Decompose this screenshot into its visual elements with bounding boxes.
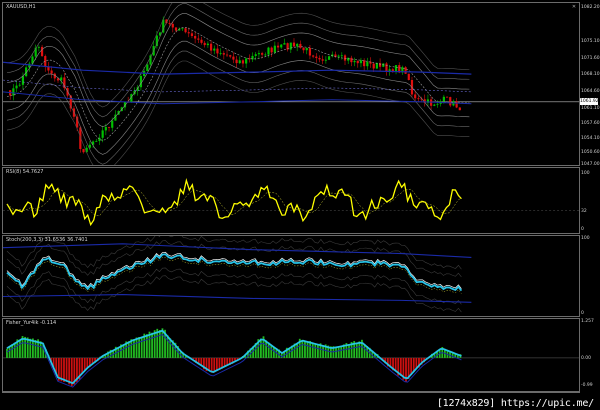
- symbol-label: XAUUSD,H1: [6, 4, 36, 10]
- stochastic-axis: 100 0: [580, 235, 600, 317]
- fisher-tick: -0.99: [581, 383, 593, 388]
- price-tick: 1064.60: [581, 89, 600, 94]
- rsi-axis: 100 32 0: [580, 167, 600, 234]
- price-tick: 1068.10: [581, 72, 600, 77]
- current-price-tag: 1061.92: [580, 98, 599, 105]
- stochastic-tick: 100: [581, 236, 590, 241]
- stochastic-lines: [3, 236, 472, 313]
- rsi-label: RSI(8) 54.7627: [6, 169, 44, 175]
- price-tick: 1057.60: [581, 121, 600, 126]
- price-chart-pane[interactable]: XAUUSD,H1 ✕: [2, 2, 580, 166]
- fisher-tick: 1.257: [581, 319, 594, 324]
- price-tick: 1075.10: [581, 39, 600, 44]
- price-candles: [3, 3, 579, 165]
- price-axis: 1082.20 1075.10 1071.60 1068.10 1064.60 …: [580, 2, 600, 167]
- price-tick: 1061.10: [581, 106, 600, 111]
- fisher-tick: 0.00: [581, 356, 592, 361]
- watermark-text: [1274x829] https://upic.me/: [436, 398, 594, 409]
- fisher-pane[interactable]: Fisher_Yur4ik -0.114: [2, 318, 580, 392]
- close-icon[interactable]: ✕: [571, 4, 577, 10]
- rsi-tick: 32: [581, 209, 587, 214]
- fisher-label: Fisher_Yur4ik -0.114: [6, 320, 57, 326]
- rsi-pane[interactable]: RSI(8) 54.7627: [2, 167, 580, 234]
- price-tick: 1071.60: [581, 56, 600, 61]
- rsi-tick: 100: [581, 171, 590, 176]
- rsi-line: [3, 177, 579, 227]
- price-tick: 1050.60: [581, 150, 600, 155]
- stochastic-tick: 0: [581, 311, 584, 316]
- rsi-tick: 0: [581, 227, 584, 232]
- stochastic-label: Stoch(200,3,3) 31.6536 36.7401: [6, 237, 88, 243]
- price-tick: 1082.20: [581, 5, 600, 10]
- stochastic-pane[interactable]: Stoch(200,3,3) 31.6536 36.7401: [2, 235, 580, 317]
- chart-window: XAUUSD,H1 ✕ 1082.20 1075.10 1071.60 1068…: [0, 0, 600, 410]
- fisher-axis: 1.257 0.00 -0.99: [580, 318, 600, 392]
- price-tick: 1054.10: [581, 136, 600, 141]
- fisher-histogram: [3, 328, 579, 388]
